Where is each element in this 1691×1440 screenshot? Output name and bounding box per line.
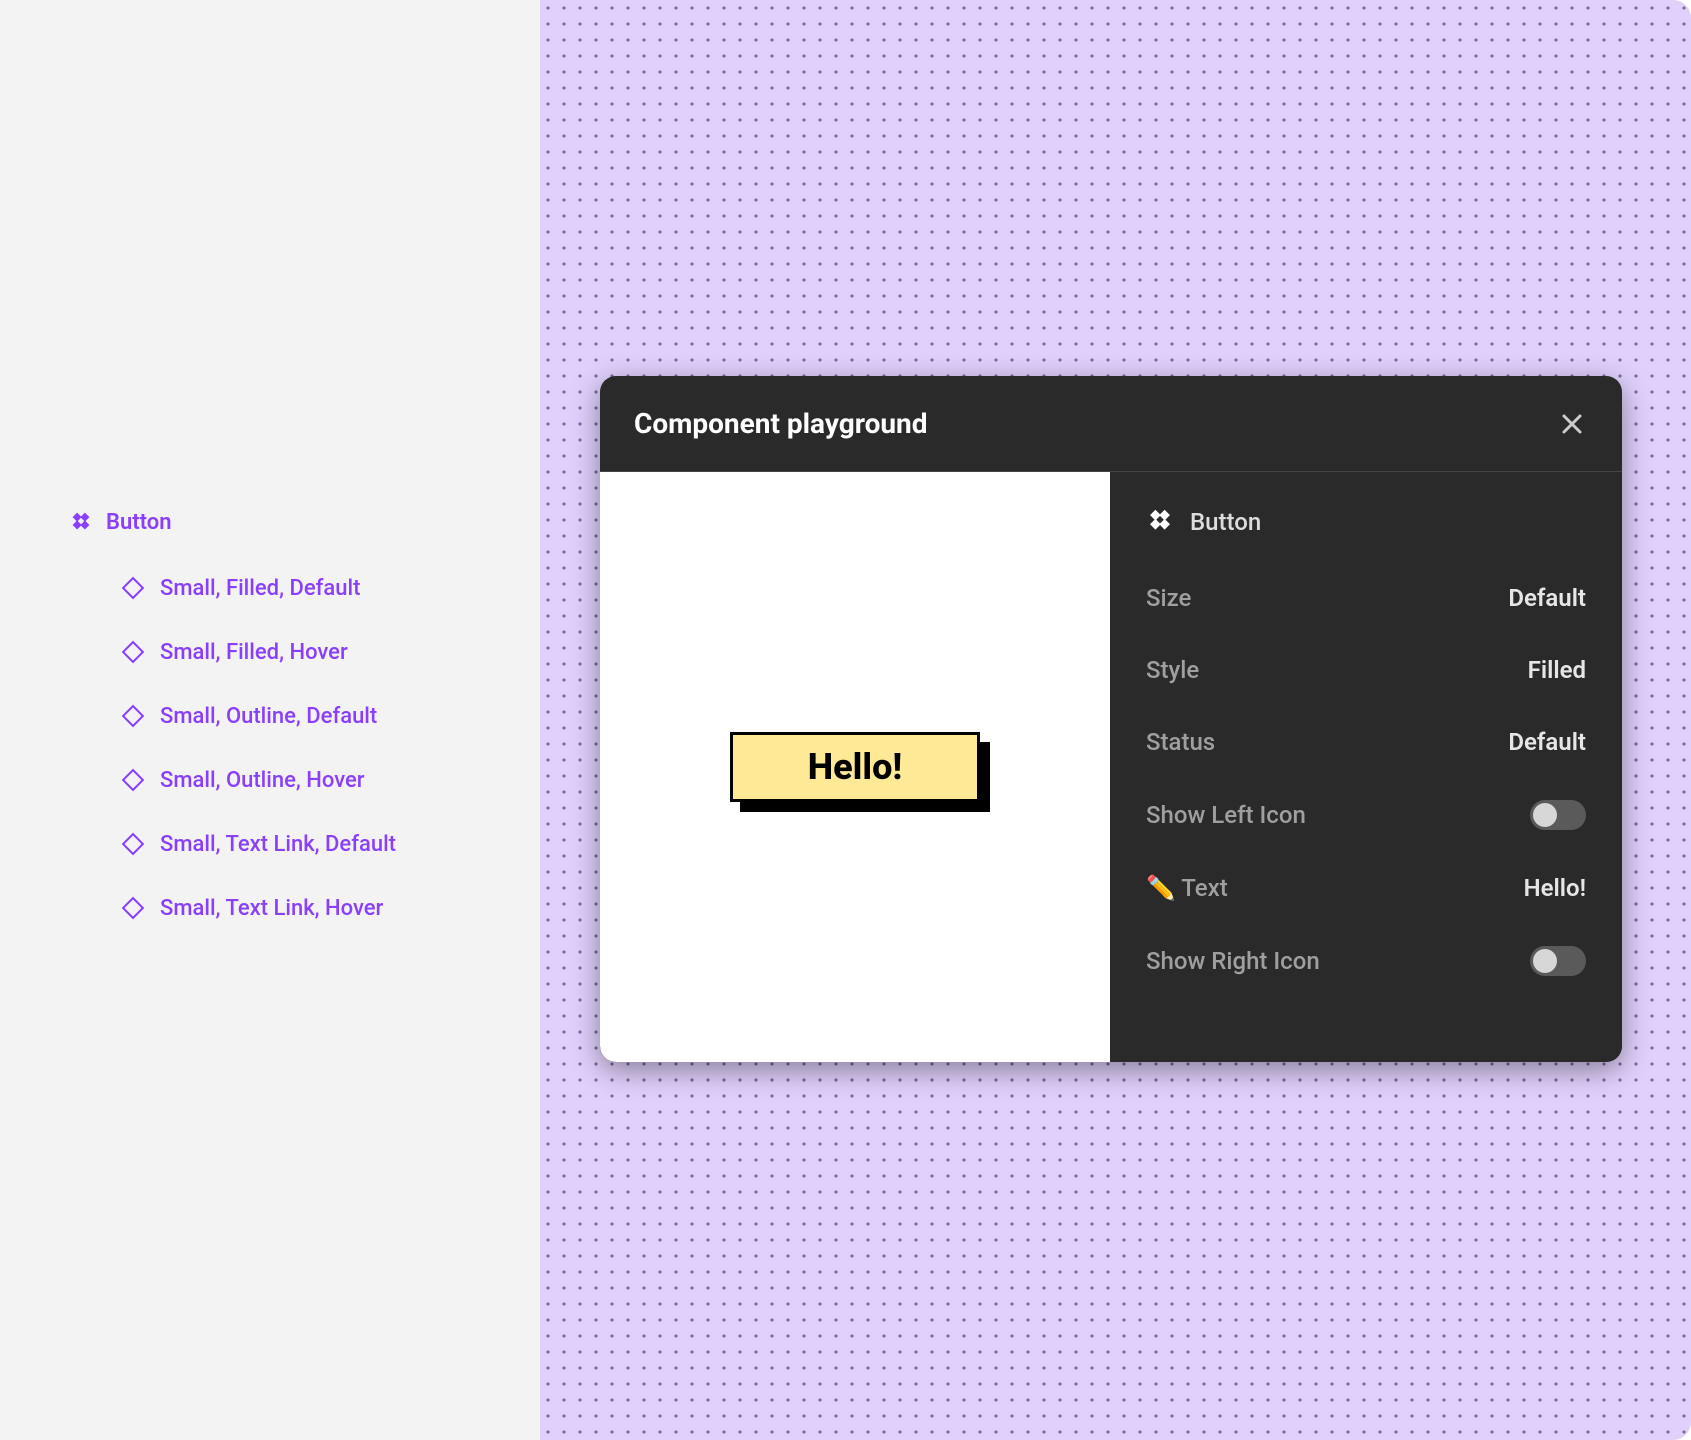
prop-show-left-icon: Show Left Icon (1146, 800, 1586, 830)
component-playground-panel: Component playground Hello! (600, 376, 1622, 1062)
variant-item[interactable]: Small, Text Link, Hover (120, 895, 470, 921)
preview-button[interactable]: Hello! (730, 732, 980, 802)
variant-label: Small, Filled, Hover (160, 640, 348, 665)
variant-item[interactable]: Small, Text Link, Default (120, 831, 470, 857)
variant-icon (120, 895, 146, 921)
playground-title: Component playground (634, 407, 928, 440)
properties-component-name[interactable]: Button (1146, 508, 1586, 536)
prop-status-value: Default (1508, 728, 1586, 756)
toggle-show-left-icon[interactable] (1530, 800, 1586, 830)
prop-status-label: Status (1146, 728, 1215, 756)
canvas[interactable]: Component playground Hello! (540, 0, 1691, 1440)
prop-style-label: Style (1146, 656, 1199, 684)
layers-panel: Button Small, Filled, Default Small, Fil… (0, 0, 540, 1440)
variant-item[interactable]: Small, Outline, Default (120, 703, 470, 729)
prop-size-value: Default (1508, 584, 1586, 612)
variant-icon (120, 639, 146, 665)
prop-style[interactable]: Style Filled (1146, 656, 1586, 684)
prop-status[interactable]: Status Default (1146, 728, 1586, 756)
prop-show-right-icon: Show Right Icon (1146, 946, 1586, 976)
prop-text-label: ✏️ Text (1146, 874, 1228, 902)
prop-text-value: Hello! (1524, 874, 1586, 902)
component-icon (1146, 508, 1174, 536)
variant-label: Small, Filled, Default (160, 576, 360, 601)
variant-icon (120, 767, 146, 793)
variant-icon (120, 831, 146, 857)
variant-label: Small, Text Link, Hover (160, 896, 383, 921)
variant-label: Small, Outline, Default (160, 704, 377, 729)
close-icon (1560, 412, 1584, 436)
variant-label: Small, Outline, Hover (160, 768, 365, 793)
preview-button-text: Hello! (808, 746, 902, 788)
toggle-show-right-icon[interactable] (1530, 946, 1586, 976)
variant-icon (120, 703, 146, 729)
component-set-icon (70, 512, 92, 534)
prop-text[interactable]: ✏️ Text Hello! (1146, 874, 1586, 902)
variant-label: Small, Text Link, Default (160, 832, 396, 857)
toggle-knob (1533, 803, 1557, 827)
variant-item[interactable]: Small, Outline, Hover (120, 767, 470, 793)
variant-item[interactable]: Small, Filled, Hover (120, 639, 470, 665)
component-parent-label: Button (106, 510, 172, 535)
prop-size[interactable]: Size Default (1146, 584, 1586, 612)
playground-header: Component playground (600, 376, 1622, 472)
prop-size-label: Size (1146, 584, 1191, 612)
preview-button-wrap: Hello! (730, 732, 980, 802)
playground-properties: Button Size Default Style Filled Status … (1110, 472, 1622, 1062)
component-parent[interactable]: Button (70, 510, 470, 535)
variant-item[interactable]: Small, Filled, Default (120, 575, 470, 601)
prop-show-right-icon-label: Show Right Icon (1146, 947, 1320, 975)
toggle-knob (1533, 949, 1557, 973)
prop-style-value: Filled (1528, 656, 1586, 684)
playground-preview: Hello! (600, 472, 1110, 1062)
close-button[interactable] (1556, 408, 1588, 440)
properties-component-label: Button (1190, 508, 1261, 536)
prop-show-left-icon-label: Show Left Icon (1146, 801, 1306, 829)
variant-icon (120, 575, 146, 601)
